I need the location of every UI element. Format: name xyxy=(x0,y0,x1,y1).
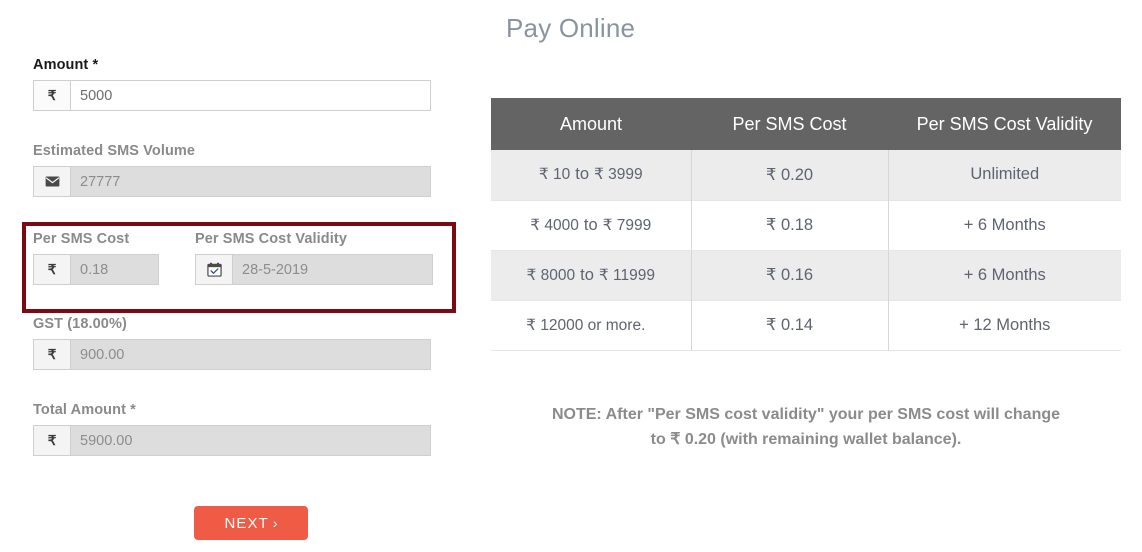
amount-label: Amount * xyxy=(33,57,99,73)
cell-validity: + 12 Months xyxy=(888,299,1121,351)
table-row: ₹ 10 to ₹ 3999 ₹ 0.20 Unlimited xyxy=(491,150,1121,200)
amount-from: ₹ 10 xyxy=(538,166,571,184)
cell-per-sms-cost: ₹ 0.18 xyxy=(691,199,889,251)
total-amount-label: Total Amount * xyxy=(33,402,136,418)
pricing-table-body: ₹ 10 to ₹ 3999 ₹ 0.20 Unlimited ₹ 4000 to ₹ … xyxy=(491,150,1121,351)
cell-per-sms-cost: ₹ 0.16 xyxy=(691,250,889,300)
sms-volume-field-block: Estimated SMS Volume xyxy=(33,143,431,197)
amount-to-word: to xyxy=(580,265,594,284)
rupee-icon: ₹ xyxy=(34,426,71,455)
gst-field-block: GST (18.00%) ₹ xyxy=(33,316,431,370)
cell-amount-range: ₹ 8000 to ₹ 11999 xyxy=(491,250,692,300)
payment-form-panel: Amount * ₹ Estimated SMS Volume xyxy=(0,0,470,552)
gst-input-group: ₹ xyxy=(33,339,431,370)
table-header-amount: Amount xyxy=(491,98,691,150)
per-sms-cost-validity-input-group xyxy=(195,254,433,285)
gst-input xyxy=(71,340,430,369)
pricing-note-line-2: to ₹ 0.20 (with remaining wallet balance… xyxy=(650,431,962,448)
rupee-icon: ₹ xyxy=(34,255,71,284)
per-sms-cost-validity-input xyxy=(233,255,432,284)
table-row: ₹ 4000 to ₹ 7999 ₹ 0.18 + 6 Months xyxy=(491,199,1121,251)
pricing-table-head: Amount Per SMS Cost Per SMS Cost Validit… xyxy=(491,98,1121,150)
table-row: ₹ 12000 or more. ₹ 0.14 + 12 Months xyxy=(491,299,1121,351)
table-row: ₹ 8000 to ₹ 11999 ₹ 0.16 + 6 Months xyxy=(491,250,1121,300)
amount-from: ₹ 8000 xyxy=(526,266,576,284)
pricing-table: Amount Per SMS Cost Per SMS Cost Validit… xyxy=(491,98,1121,351)
page-title: Pay Online xyxy=(506,13,636,43)
cell-validity: + 6 Months xyxy=(888,199,1121,251)
next-button-label: NEXT xyxy=(224,514,269,532)
cell-validity: Unlimited xyxy=(888,150,1121,200)
rupee-icon: ₹ xyxy=(34,340,71,369)
sms-volume-input-group xyxy=(33,166,431,197)
pricing-note: NOTE: After "Per SMS cost validity" your… xyxy=(491,402,1121,452)
sms-volume-label: Estimated SMS Volume xyxy=(33,143,196,159)
per-sms-cost-input-group: ₹ xyxy=(33,254,159,285)
cell-per-sms-cost: ₹ 0.14 xyxy=(691,299,889,351)
cell-amount-range: ₹ 12000 or more. xyxy=(491,299,692,351)
chevron-right-icon: › xyxy=(272,515,278,531)
amount-input-group[interactable]: ₹ xyxy=(33,80,431,111)
per-sms-cost-label: Per SMS Cost xyxy=(33,231,130,247)
next-button[interactable]: NEXT › xyxy=(194,506,308,540)
table-header-row: Amount Per SMS Cost Per SMS Cost Validit… xyxy=(491,98,1121,150)
amount-to-word xyxy=(645,316,655,334)
amount-upto: ₹ 7999 xyxy=(602,216,652,234)
gst-label: GST (18.00%) xyxy=(33,316,127,332)
pricing-note-line-1: NOTE: After "Per SMS cost validity" your… xyxy=(551,406,1061,423)
total-amount-input-group: ₹ xyxy=(33,425,431,456)
amount-input[interactable] xyxy=(71,81,430,110)
sms-volume-input xyxy=(71,167,430,196)
cell-validity: + 6 Months xyxy=(888,250,1121,300)
per-sms-cost-field-block: Per SMS Cost ₹ xyxy=(33,231,159,285)
table-header-per-sms-cost: Per SMS Cost xyxy=(691,98,888,150)
envelope-icon xyxy=(34,167,71,196)
amount-field-block: Amount * ₹ xyxy=(33,57,431,111)
calendar-icon xyxy=(196,255,233,284)
per-sms-cost-validity-label: Per SMS Cost Validity xyxy=(195,231,347,247)
total-amount-field-block: Total Amount * ₹ xyxy=(33,402,431,456)
rupee-icon: ₹ xyxy=(34,81,71,110)
pay-online-page: Amount * ₹ Estimated SMS Volume xyxy=(0,0,1142,552)
cell-per-sms-cost: ₹ 0.20 xyxy=(691,150,889,200)
total-amount-input xyxy=(71,426,430,455)
amount-upto: ₹ 11999 xyxy=(598,266,656,284)
per-sms-cost-input xyxy=(71,255,158,284)
amount-upto: ₹ 3999 xyxy=(594,166,643,184)
cell-amount-range: ₹ 10 to ₹ 3999 xyxy=(491,150,692,200)
amount-to-word: to xyxy=(583,215,598,234)
per-sms-cost-validity-field-block: Per SMS Cost Validity xyxy=(195,231,433,285)
cell-amount-range: ₹ 4000 to ₹ 7999 xyxy=(491,199,692,251)
amount-from: ₹ 12000 or more. xyxy=(526,316,646,334)
table-header-validity: Per SMS Cost Validity xyxy=(888,98,1121,150)
amount-from: ₹ 4000 xyxy=(530,216,579,234)
amount-to-word: to xyxy=(575,165,590,184)
